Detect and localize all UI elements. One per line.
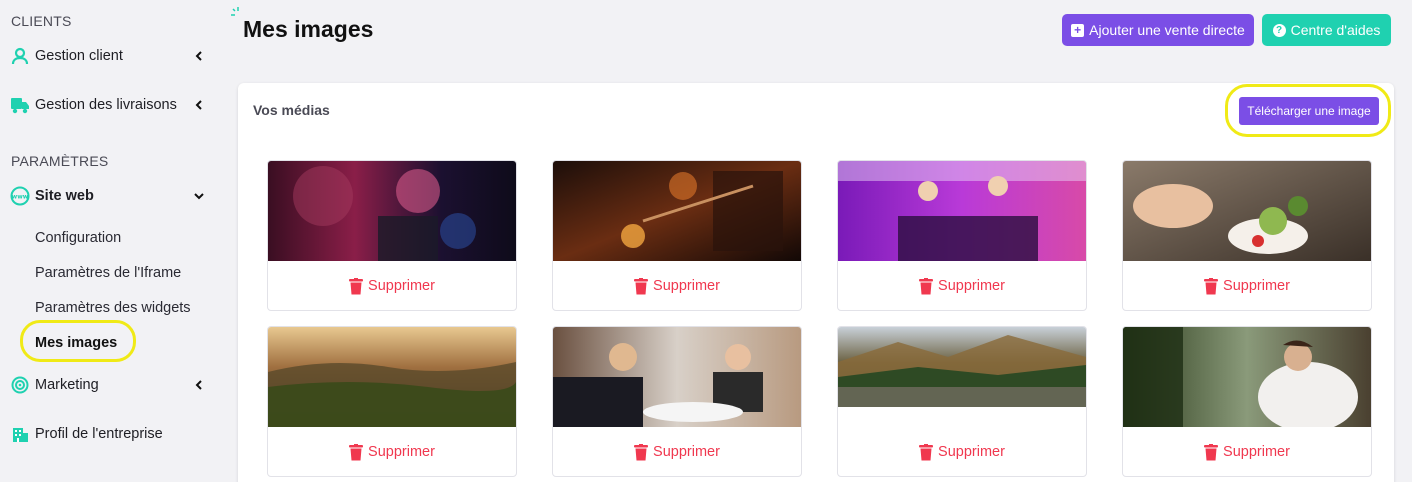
section-clients: CLIENTS [11,13,72,29]
question-circle-icon: ? [1272,23,1286,37]
media-thumbnail [268,327,516,427]
media-thumbnail [1123,327,1371,427]
media-thumbnail [1123,161,1371,261]
media-item: Supprimer [1122,160,1372,311]
media-card: Vos médias Télécharger une image Supprim… [238,83,1394,482]
media-thumbnail [838,327,1086,407]
delete-label: Supprimer [938,278,1005,294]
delete-button[interactable]: Supprimer [268,261,516,310]
chevron-left-icon [193,379,205,391]
trash-icon [634,443,649,460]
trash-icon [919,277,934,294]
nav-marketing[interactable]: Marketing [10,372,205,398]
nav-profil[interactable]: Profil de l'entreprise [10,421,205,447]
delete-label: Supprimer [1223,444,1290,460]
chevron-left-icon [193,50,205,62]
trash-icon [349,443,364,460]
trash-icon [1204,277,1219,294]
sub-item-iframe[interactable]: Paramètres de l'Iframe [35,265,181,281]
target-icon [10,375,30,395]
nav-gestion-client-label: Gestion client [35,48,123,64]
media-item: Supprimer [267,326,517,477]
media-thumbnail [553,161,801,261]
trash-icon [919,443,934,460]
help-center-label: Centre d'aides [1290,22,1381,38]
delete-button[interactable]: Supprimer [1123,427,1371,476]
add-direct-sale-button[interactable]: + Ajouter une vente directe [1062,14,1254,46]
help-center-button[interactable]: ? Centre d'aides [1262,14,1391,46]
delete-button[interactable]: Supprimer [268,427,516,476]
highlight-oval [1225,84,1391,137]
media-item: Supprimer [552,160,802,311]
chevron-left-icon [193,99,205,111]
nav-site-web-label: Site web [35,188,94,204]
media-item: Supprimer [837,160,1087,311]
delete-label: Supprimer [1223,278,1290,294]
user-icon [10,46,30,66]
nav-profil-label: Profil de l'entreprise [35,426,163,442]
nav-gestion-livraisons-label: Gestion des livraisons [35,97,177,113]
section-parametres: PARAMÈTRES [11,153,109,169]
delete-label: Supprimer [653,278,720,294]
delete-button[interactable]: Supprimer [553,427,801,476]
media-item: Supprimer [837,326,1087,477]
delivery-truck-icon [10,95,30,115]
nav-marketing-label: Marketing [35,377,99,393]
delete-label: Supprimer [368,278,435,294]
nav-gestion-client[interactable]: Gestion client [10,43,205,69]
media-thumbnail [838,161,1086,261]
chevron-down-icon [193,190,205,202]
delete-button[interactable]: Supprimer [838,427,1086,476]
building-icon [10,424,30,444]
media-item: Supprimer [1122,326,1372,477]
nav-site-web[interactable]: www Site web [10,183,205,209]
highlight-oval [20,320,136,362]
media-thumbnail [553,327,801,427]
sub-item-widgets[interactable]: Paramètres des widgets [35,300,191,316]
delete-button[interactable]: Supprimer [1123,261,1371,310]
media-item: Supprimer [552,326,802,477]
svg-text:www: www [12,194,29,201]
sidebar: CLIENTS Gestion client Gestion des livra… [0,0,220,482]
delete-label: Supprimer [653,444,720,460]
delete-button[interactable]: Supprimer [553,261,801,310]
delete-button[interactable]: Supprimer [838,261,1086,310]
add-direct-sale-label: Ajouter une vente directe [1089,22,1245,38]
trash-icon [1204,443,1219,460]
trash-icon [634,277,649,294]
media-item: Supprimer [267,160,517,311]
sub-item-configuration[interactable]: Configuration [35,230,121,246]
trash-icon [349,277,364,294]
delete-label: Supprimer [938,444,1005,460]
nav-gestion-livraisons[interactable]: Gestion des livraisons [10,92,205,118]
page-title: Mes images [243,16,374,42]
globe-www-icon: www [10,186,30,206]
delete-label: Supprimer [368,444,435,460]
plus-square-icon: + [1071,23,1085,37]
card-title: Vos médias [253,102,330,118]
media-thumbnail [268,161,516,261]
